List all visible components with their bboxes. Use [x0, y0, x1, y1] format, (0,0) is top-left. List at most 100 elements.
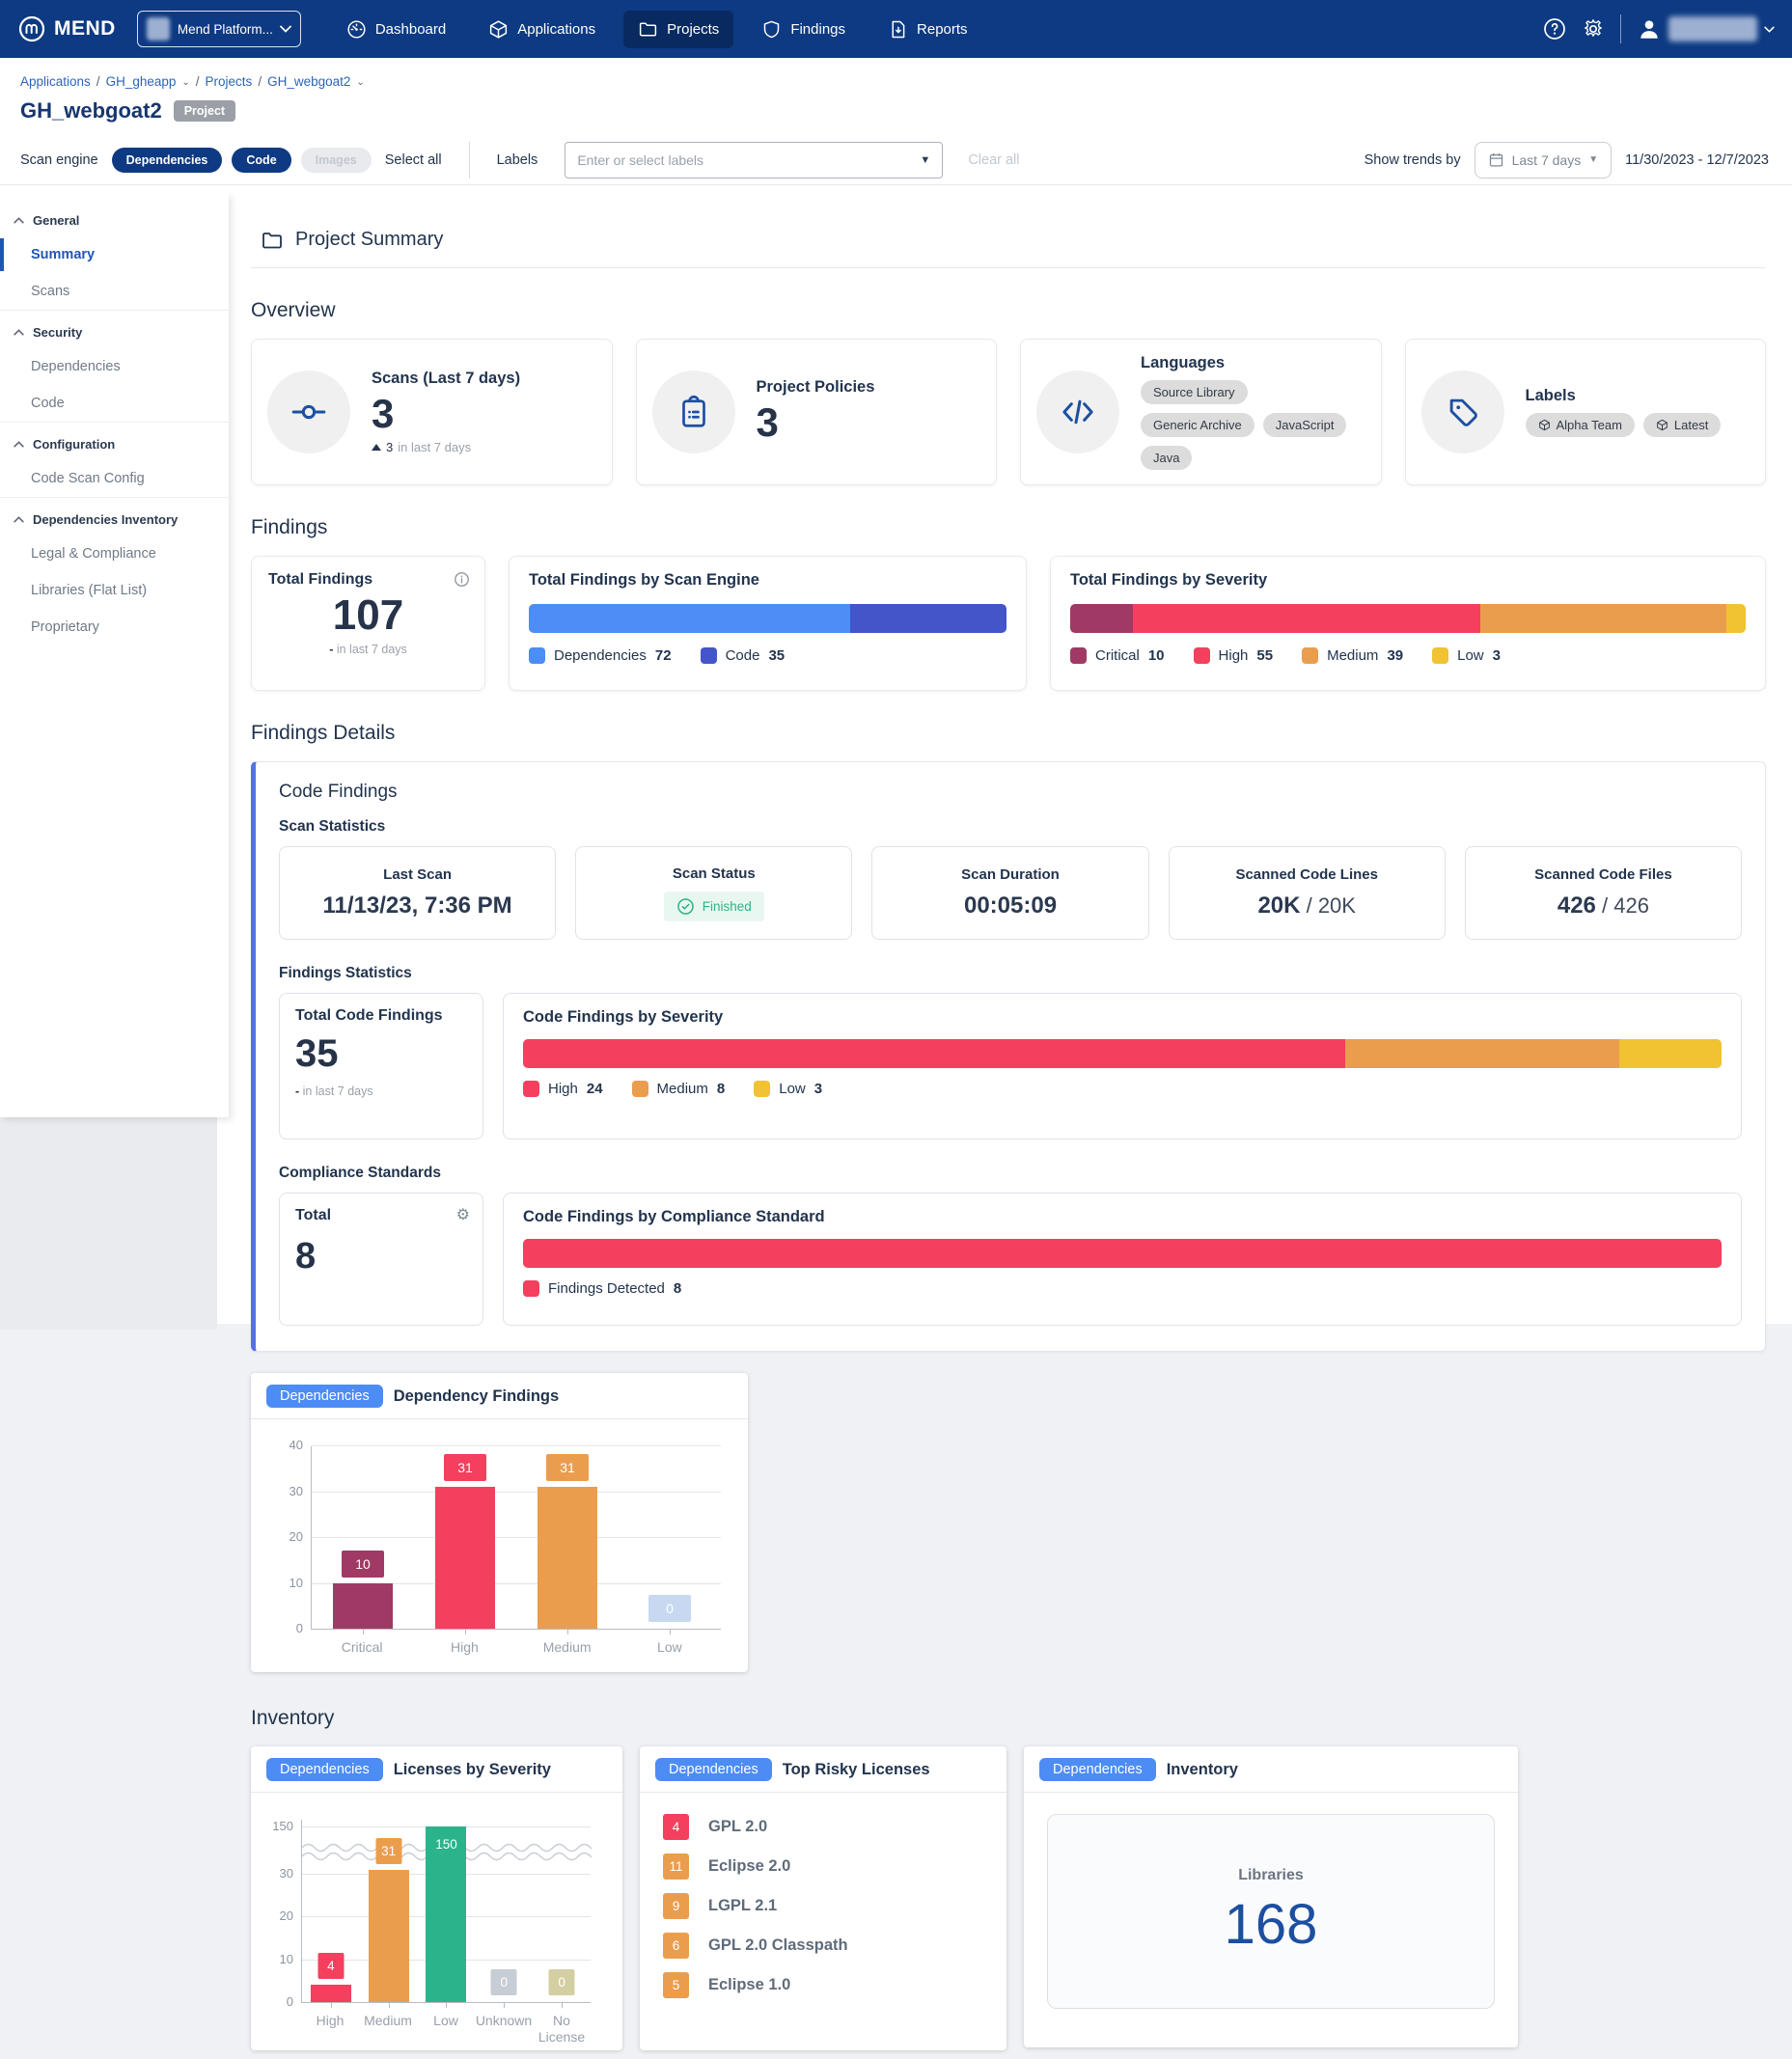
chart-slot-critical: 10 — [312, 1446, 414, 1629]
legend-item: Low3 — [754, 1081, 822, 1097]
sidebar-navigation: GeneralSummaryScansSecurityDependenciesC… — [0, 193, 229, 1117]
chevron-down-icon[interactable]: ⌄ — [181, 77, 189, 88]
page-title: GH_webgoat2 — [20, 98, 162, 124]
info-icon[interactable] — [454, 571, 470, 592]
labels-select[interactable]: ▼ — [565, 142, 943, 178]
sidebar-item-code[interactable]: Code — [0, 385, 229, 422]
tag-icon — [1421, 371, 1504, 453]
x-axis-label: Low — [417, 2013, 475, 2045]
sidebar-item-summary[interactable]: Summary — [0, 236, 229, 273]
bar-value-label: 31 — [546, 1454, 589, 1481]
sidebar-section-header[interactable]: Security — [0, 311, 229, 348]
workspace-avatar-blurred — [147, 17, 170, 41]
cube-icon — [1538, 419, 1551, 431]
x-axis-labels: CriticalHighMediumLow — [311, 1639, 721, 1656]
sidebar-item-scans[interactable]: Scans — [0, 273, 229, 310]
scan-statistics-cards: Last Scan11/13/23, 7:36 PMScan StatusFin… — [279, 846, 1742, 940]
settings-gear-icon[interactable] — [1582, 17, 1605, 41]
sidebar-section-title: Security — [33, 325, 82, 340]
nav-item-findings[interactable]: Findings — [747, 11, 860, 48]
clear-all-button[interactable]: Clear all — [968, 152, 1019, 168]
applications-icon — [488, 19, 509, 40]
y-axis-tick-label: 0 — [268, 1621, 303, 1635]
scans-card-trend: 3 in last 7 days — [372, 440, 520, 454]
inventory-summary-header: Dependencies Inventory — [1024, 1746, 1518, 1793]
legend-swatch — [1194, 647, 1210, 664]
legend-value: 55 — [1256, 647, 1273, 664]
select-all-button[interactable]: Select all — [385, 152, 442, 168]
date-range-text: 11/30/2023 - 12/7/2023 — [1625, 152, 1769, 168]
sidebar-item-libraries-flat-list-[interactable]: Libraries (Flat List) — [0, 572, 229, 609]
chart-slot-medium: 31 — [360, 1820, 418, 2002]
breadcrumb-link-gh_webgoat2[interactable]: GH_webgoat2 — [267, 74, 350, 89]
legend-item: Medium39 — [1302, 647, 1403, 664]
findings-by-engine-legend: Dependencies72Code35 — [529, 647, 1006, 664]
chevron-up-icon — [14, 516, 24, 523]
language-chip-label: JavaScript — [1276, 418, 1335, 432]
chevron-down-icon[interactable]: ⌄ — [356, 77, 364, 88]
nav-item-projects[interactable]: Projects — [623, 11, 733, 48]
chevron-down-icon — [1764, 26, 1775, 33]
nav-item-applications[interactable]: Applications — [474, 11, 610, 48]
help-icon[interactable] — [1543, 17, 1566, 41]
libraries-metric-card[interactable]: Libraries 168 — [1047, 1814, 1495, 2009]
breadcrumb-separator: / — [258, 74, 262, 89]
gear-icon[interactable]: ⚙ — [456, 1205, 470, 1224]
scan-stat-card-scan-status: Scan StatusFinished — [575, 846, 852, 940]
check-circle-icon — [676, 897, 695, 916]
top-risky-licenses-header: Dependencies Top Risky Licenses — [640, 1746, 1006, 1793]
nav-item-reports[interactable]: Reports — [873, 11, 982, 48]
sidebar-section-title: Dependencies Inventory — [33, 512, 178, 527]
bar-segment-high — [1133, 604, 1480, 633]
x-axis-label: Low — [619, 1639, 721, 1656]
legend-label: Critical — [1095, 647, 1140, 664]
overview-section-title: Overview — [251, 299, 1766, 322]
sidebar-item-legal-compliance[interactable]: Legal & Compliance — [0, 535, 229, 572]
findings-details-section-title: Findings Details — [251, 722, 1766, 745]
breadcrumb-link-gh_gheapp[interactable]: GH_gheapp — [106, 74, 177, 89]
bar-critical — [333, 1583, 393, 1630]
page-header: Applications/GH_gheapp⌄/Projects/GH_webg… — [0, 58, 1792, 193]
engine-chip-dependencies[interactable]: Dependencies — [112, 148, 223, 173]
sidebar-section-header[interactable]: Configuration — [0, 423, 229, 460]
languages-card: Languages Source LibraryGeneric ArchiveJ… — [1020, 339, 1382, 485]
findings-section-title: Findings — [251, 516, 1766, 539]
sidebar-item-dependencies[interactable]: Dependencies — [0, 348, 229, 385]
title-row: GH_webgoat2 Project — [0, 89, 1792, 124]
legend-value: 39 — [1387, 647, 1403, 664]
nav-item-dashboard[interactable]: Dashboard — [332, 11, 460, 48]
scans-card-title: Scans (Last 7 days) — [372, 370, 520, 388]
sidebar-item-proprietary[interactable]: Proprietary — [0, 609, 229, 645]
bar-value-label: 0 — [648, 1595, 691, 1622]
chart-plot-area: 43115000 — [301, 1820, 591, 2003]
language-chips: Source LibraryGeneric ArchiveJavaScriptJ… — [1141, 380, 1365, 470]
policies-card-value: 3 — [757, 400, 875, 445]
scan-stat-card-last-scan: Last Scan11/13/23, 7:36 PM — [279, 846, 556, 940]
labels-input[interactable] — [577, 152, 920, 168]
workspace-selector[interactable]: Mend Platform... — [137, 11, 301, 47]
note-dash: - — [329, 643, 333, 656]
sidebar-item-code-scan-config[interactable]: Code Scan Config — [0, 460, 229, 497]
y-axis-tick-label: 0 — [259, 1994, 293, 2009]
scan-stat-title: Scanned Code Files — [1534, 866, 1672, 883]
dropdown-caret-icon[interactable]: ▼ — [920, 154, 930, 166]
user-menu[interactable] — [1637, 16, 1775, 41]
findings-by-severity-legend: Critical10High55Medium39Low3 — [1070, 647, 1746, 664]
sidebar-section-header[interactable]: Dependencies Inventory — [0, 498, 229, 535]
x-axis-tick — [465, 1629, 466, 1634]
compliance-row: Total ⚙ 8 Code Findings by Compliance St… — [279, 1193, 1742, 1326]
x-axis-tick — [504, 2002, 505, 2008]
risky-license-count: 5 — [663, 1972, 689, 1998]
chart-slot-high: 4 — [302, 1820, 360, 2002]
engine-chip-code[interactable]: Code — [232, 148, 290, 173]
breadcrumb-link-projects[interactable]: Projects — [206, 74, 253, 89]
libraries-value: 168 — [1225, 1892, 1318, 1957]
brand-text: MEND — [54, 17, 116, 41]
scan-stat-value: 20K / 20K — [1257, 892, 1356, 920]
risky-license-row: 5Eclipse 1.0 — [663, 1972, 1006, 1998]
trend-range-dropdown[interactable]: Last 7 days ▼ — [1475, 142, 1613, 178]
breadcrumb-link-applications[interactable]: Applications — [20, 74, 91, 89]
sidebar-section-header[interactable]: General — [0, 199, 229, 236]
reports-icon — [888, 19, 908, 40]
scan-stat-value: 00:05:09 — [964, 892, 1057, 920]
